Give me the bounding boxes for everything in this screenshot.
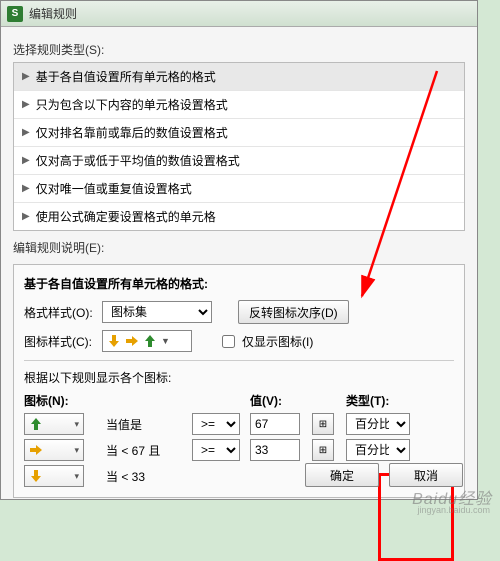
rule-type-item[interactable]: ▶ 仅对高于或低于平均值的数值设置格式 — [14, 147, 464, 175]
window-title: 编辑规则 — [29, 5, 77, 22]
triangle-icon: ▶ — [22, 211, 30, 222]
format-style-select[interactable]: 图标集 — [102, 301, 212, 323]
rule-type-text: 仅对排名靠前或靠后的数值设置格式 — [36, 124, 228, 141]
chevron-down-icon: ▼ — [161, 336, 170, 346]
chevron-down-icon: ▾ — [74, 471, 79, 482]
cond-text: 当 < 33 — [106, 468, 184, 485]
triangle-icon: ▶ — [22, 155, 30, 166]
arrow-down-icon — [107, 334, 121, 348]
format-style-label: 格式样式(O): — [24, 304, 96, 321]
arrow-right-icon — [29, 443, 43, 457]
select-rule-type-label: 选择规则类型(S): — [13, 41, 465, 58]
range-ref-button[interactable]: ⊞ — [312, 413, 334, 435]
cancel-button[interactable]: 取消 — [389, 463, 463, 487]
rule-type-text: 只为包含以下内容的单元格设置格式 — [36, 96, 228, 113]
rule-type-text: 使用公式确定要设置格式的单元格 — [36, 208, 216, 225]
rule-type-list: ▶ 基于各自值设置所有单元格的格式 ▶ 只为包含以下内容的单元格设置格式 ▶ 仅对排名… — [13, 62, 465, 231]
reverse-order-button[interactable]: 反转图标次序(D) — [238, 300, 349, 324]
rule-type-item[interactable]: ▶ 基于各自值设置所有单元格的格式 — [14, 63, 464, 91]
rule-type-item[interactable]: ▶ 仅对唯一值或重复值设置格式 — [14, 175, 464, 203]
edit-rule-desc-label: 编辑规则说明(E): — [13, 239, 465, 256]
type-select[interactable]: 百分比 — [346, 439, 410, 461]
icon-style-label: 图标样式(C): — [24, 333, 96, 350]
col-value-header: 值(V): — [250, 392, 304, 409]
range-ref-button[interactable]: ⊞ — [312, 439, 334, 461]
value-input[interactable] — [250, 439, 300, 461]
arrow-up-icon — [143, 334, 157, 348]
triangle-icon: ▶ — [22, 71, 30, 82]
show-icon-only-checkbox[interactable] — [222, 335, 235, 348]
value-input[interactable] — [250, 413, 300, 435]
col-icon-header: 图标(N): — [24, 392, 98, 409]
rule-type-item[interactable]: ▶ 仅对排名靠前或靠后的数值设置格式 — [14, 119, 464, 147]
icon-select[interactable]: ▾ — [24, 465, 84, 487]
dialog-window: S 编辑规则 选择规则类型(S): ▶ 基于各自值设置所有单元格的格式 ▶ 只为包含… — [0, 0, 478, 500]
col-type-header: 类型(T): — [346, 392, 412, 409]
arrow-right-icon — [125, 334, 139, 348]
rule-hint-label: 根据以下规则显示各个图标: — [24, 369, 454, 386]
icon-select[interactable]: ▾ — [24, 413, 84, 435]
watermark-sub: jingyan.baidu.com — [417, 505, 490, 515]
cond-text: 当 < 67 且 — [106, 442, 184, 459]
icon-style-select[interactable]: ▼ — [102, 330, 192, 352]
rule-type-text: 基于各自值设置所有单元格的格式 — [36, 68, 216, 85]
triangle-icon: ▶ — [22, 99, 30, 110]
operator-select[interactable]: >= — [192, 439, 240, 461]
chevron-down-icon: ▾ — [74, 445, 79, 456]
app-icon: S — [7, 6, 23, 22]
rule-type-item[interactable]: ▶ 只为包含以下内容的单元格设置格式 — [14, 91, 464, 119]
rule-type-text: 仅对唯一值或重复值设置格式 — [36, 180, 192, 197]
icon-select[interactable]: ▾ — [24, 439, 84, 461]
arrow-up-icon — [29, 417, 43, 431]
operator-select[interactable]: >= — [192, 413, 240, 435]
titlebar: S 编辑规则 — [1, 1, 477, 27]
ok-button[interactable]: 确定 — [305, 463, 379, 487]
chevron-down-icon: ▾ — [74, 419, 79, 430]
rule-type-text: 仅对高于或低于平均值的数值设置格式 — [36, 152, 240, 169]
edit-heading: 基于各自值设置所有单元格的格式: — [24, 275, 454, 292]
dialog-buttons: 确定 取消 — [305, 463, 463, 487]
divider — [24, 360, 454, 361]
cond-text: 当值是 — [106, 416, 184, 433]
content-area: 选择规则类型(S): ▶ 基于各自值设置所有单元格的格式 ▶ 只为包含以下内容的单元… — [1, 27, 477, 508]
rule-type-item[interactable]: ▶ 使用公式确定要设置格式的单元格 — [14, 203, 464, 230]
arrow-down-icon — [29, 469, 43, 483]
type-select[interactable]: 百分比 — [346, 413, 410, 435]
triangle-icon: ▶ — [22, 127, 30, 138]
triangle-icon: ▶ — [22, 183, 30, 194]
show-icon-only-label: 仅显示图标(I) — [242, 333, 313, 350]
